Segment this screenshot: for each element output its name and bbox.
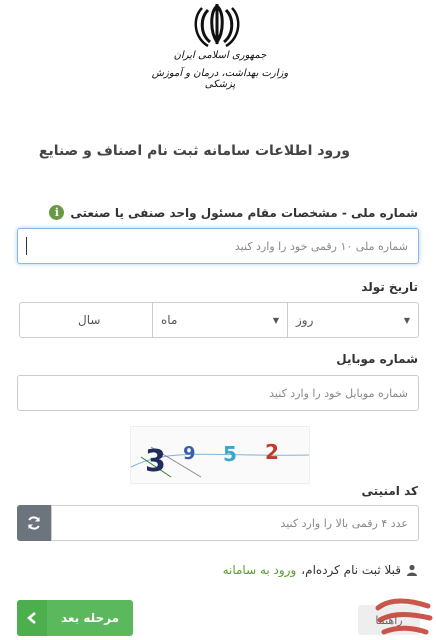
site-watermark-logo xyxy=(375,598,433,635)
national-id-label-row: شماره ملی - مشخصات مقام مسئول واحد صنفی … xyxy=(49,205,418,220)
day-select[interactable]: روز ▼ xyxy=(288,303,418,337)
captcha-digit: 9 xyxy=(183,443,196,464)
security-code-label: کد امنیتی xyxy=(361,484,418,498)
mobile-label: شماره موبایل xyxy=(336,352,418,366)
year-select-value: سال xyxy=(78,313,101,327)
mobile-input[interactable]: شماره موبایل خود را وارد کنید xyxy=(17,375,419,411)
page-title: ورود اطلاعات سامانه ثبت نام اصناف و صنای… xyxy=(38,143,350,159)
login-link[interactable]: ورود به سامانه xyxy=(223,563,297,577)
captcha-digit: 2 xyxy=(265,440,279,464)
already-registered-text: قبلا ثبت نام کرده‌ام، xyxy=(301,563,401,577)
logo-text-country: جمهوری اسلامی ایران xyxy=(173,50,267,61)
user-icon xyxy=(407,564,417,576)
security-code-input[interactable]: عدد ۴ رقمی بالا را وارد کنید xyxy=(51,505,419,541)
national-id-input[interactable]: شماره ملی ۱۰ رقمی خود را وارد کنید xyxy=(17,228,419,264)
next-step-button[interactable]: مرحله بعد xyxy=(17,600,133,636)
security-code-placeholder: عدد ۴ رقمی بالا را وارد کنید xyxy=(280,516,408,530)
mobile-placeholder: شماره موبایل خود را وارد کنید xyxy=(269,386,408,400)
birth-date-selects: روز ▼ ماه ▼ سال xyxy=(19,302,419,338)
chevron-left-icon xyxy=(17,600,47,636)
chevron-down-icon: ▼ xyxy=(272,315,279,325)
year-select[interactable]: سال xyxy=(20,303,153,337)
logo-text-ministry: وزارت بهداشت، درمان و آموزش پزشکی xyxy=(151,68,289,90)
captcha-digit: 5 xyxy=(223,442,237,466)
refresh-icon xyxy=(28,516,40,530)
national-id-placeholder: شماره ملی ۱۰ رقمی خود را وارد کنید xyxy=(234,239,408,253)
month-select-value: ماه xyxy=(161,313,178,327)
day-select-value: روز xyxy=(296,313,314,327)
captcha-digit: 3 xyxy=(145,444,166,479)
chevron-down-icon: ▼ xyxy=(403,315,410,325)
text-caret xyxy=(26,237,27,255)
iran-emblem-icon xyxy=(194,4,240,48)
month-select[interactable]: ماه ▼ xyxy=(153,303,288,337)
refresh-captcha-button[interactable] xyxy=(17,505,51,541)
captcha-image: 3 9 5 2 xyxy=(130,426,310,484)
already-registered-row: قبلا ثبت نام کرده‌ام، ورود به سامانه xyxy=(223,563,418,577)
birth-date-label: تاریخ تولد xyxy=(361,280,418,294)
info-icon[interactable]: i xyxy=(49,205,65,220)
next-step-label: مرحله بعد xyxy=(60,611,120,625)
national-id-label: شماره ملی - مشخصات مقام مسئول واحد صنفی … xyxy=(70,205,418,220)
